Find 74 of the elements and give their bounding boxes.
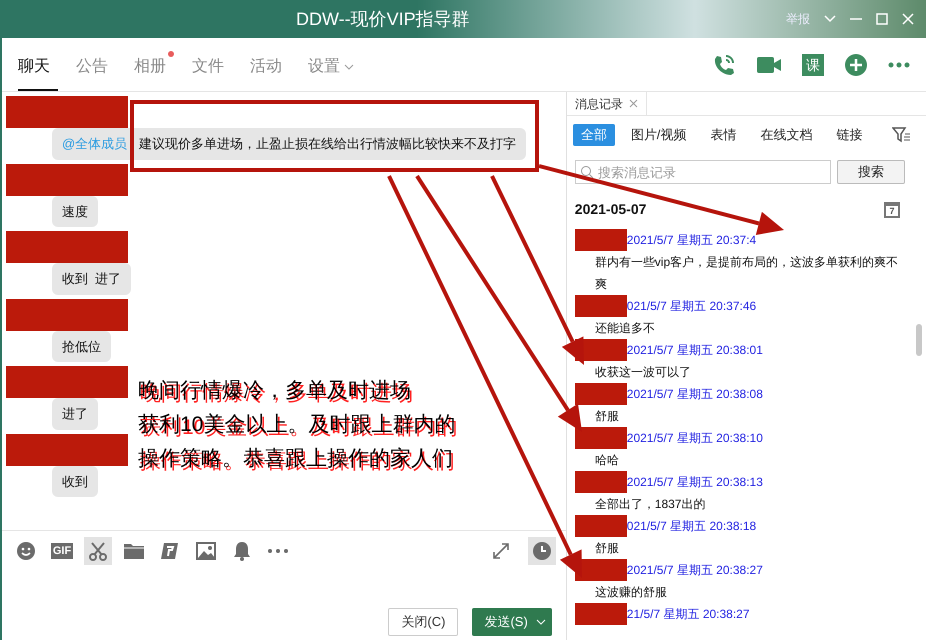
- document-icon[interactable]: [161, 542, 179, 560]
- more-icon[interactable]: [268, 548, 288, 552]
- message-text: 速度: [62, 202, 88, 220]
- chevron-down-icon[interactable]: [824, 15, 836, 23]
- message-timestamp: 21/5/7 星期五 20:38:27: [626, 606, 750, 623]
- message-timestamp: 021/5/7 星期五 20:37:46: [626, 298, 756, 315]
- smiley-icon[interactable]: [16, 540, 36, 560]
- message-text: 哈哈: [594, 452, 620, 469]
- message-timestamp: 2021/5/7 星期五 20:38:27: [626, 562, 763, 579]
- redaction-block: [574, 295, 627, 317]
- message-timestamp: 2021/5/7 星期五 20:38:10: [626, 430, 763, 447]
- message-text: 建议现价多单进场，止盈止损在线给出行情波幅比较快来不及打字: [139, 135, 516, 153]
- message-text: 全部出了，1837出的: [594, 496, 706, 513]
- annotation-text: 晚间行情爆冷，多单及时进场 获利10美金以上。及时跟上群内的 操作策略。恭喜跟上操作的家人们: [138, 378, 456, 472]
- tab[interactable]: 公告: [76, 49, 116, 91]
- message-text: 这波赚的舒服: [594, 584, 668, 601]
- message-text: 收到: [62, 472, 88, 490]
- close-button[interactable]: 关闭(C): [388, 608, 458, 636]
- gif-icon[interactable]: GIF: [50, 542, 74, 558]
- message-timestamp: 2021/5/7 星期五 20:38:01: [626, 342, 763, 359]
- bell-icon[interactable]: [233, 540, 251, 560]
- calendar-button[interactable]: 7: [884, 202, 900, 218]
- folder-icon[interactable]: [124, 542, 144, 558]
- message-text: 进了: [62, 405, 88, 423]
- window-title: DDW--现价VIP指导群: [296, 8, 470, 30]
- course-button[interactable]: 课: [802, 54, 824, 76]
- search-field[interactable]: 搜索消息记录: [574, 160, 831, 184]
- filter-tab[interactable]: 表情: [702, 124, 744, 146]
- search-icon: [580, 165, 594, 179]
- scissors-icon[interactable]: [88, 540, 108, 560]
- redaction-block: [574, 515, 627, 537]
- message-timestamp: 021/5/7 星期五 20:38:18: [626, 518, 756, 535]
- redaction-block: [574, 383, 627, 405]
- redaction-block: [574, 229, 627, 251]
- expand-icon[interactable]: [492, 542, 510, 560]
- more-icon[interactable]: [888, 62, 910, 68]
- message-text: 收到 进了: [62, 270, 122, 288]
- redaction-block: [574, 427, 627, 449]
- chevron-down-icon: [536, 619, 546, 625]
- tab[interactable]: 相册: [134, 49, 174, 91]
- message-timestamp: 2021/5/7 星期五 20:38:13: [626, 474, 763, 491]
- video-camera-icon[interactable]: [756, 55, 782, 75]
- date-heading: 2021-05-07: [574, 200, 646, 219]
- chevron-down-icon: [344, 64, 354, 70]
- tab[interactable]: 聊天: [18, 49, 58, 91]
- redaction-block: [574, 471, 627, 493]
- tab[interactable]: 文件: [192, 49, 232, 91]
- filter-tab[interactable]: 在线文档: [752, 124, 820, 146]
- filter-tab[interactable]: 全部: [572, 124, 615, 146]
- message-text: 舒服: [594, 408, 620, 425]
- message-timestamp: 2021/5/7 星期五 20:38:08: [626, 386, 763, 403]
- close-icon[interactable]: [628, 99, 638, 108]
- send-button[interactable]: 发送(S): [472, 608, 552, 636]
- tab[interactable]: 设置: [308, 49, 362, 91]
- filter-icon[interactable]: [892, 127, 910, 143]
- image-icon[interactable]: [196, 542, 216, 560]
- tab[interactable]: 活动: [250, 49, 290, 91]
- clock-icon: [532, 540, 552, 560]
- message-text: 还能追多不: [594, 320, 656, 337]
- message-timestamp: 2021/5/7 星期五 20:37:4: [626, 232, 756, 249]
- message-text: 收获这一波可以了: [594, 364, 692, 381]
- filter-tab[interactable]: 链接: [828, 124, 870, 146]
- filter-tab[interactable]: 图片/视频: [622, 124, 694, 146]
- search-button[interactable]: 搜索: [836, 160, 905, 184]
- scrollbar-thumb[interactable]: [916, 324, 922, 356]
- message-text: 抢低位: [62, 338, 101, 356]
- redaction-block: [574, 603, 627, 625]
- add-icon[interactable]: [844, 53, 868, 77]
- maximize-icon[interactable]: [876, 13, 888, 25]
- message-text: 舒服: [594, 540, 620, 557]
- phone-icon[interactable]: [712, 53, 736, 77]
- panel-tab[interactable]: 消息记录: [566, 92, 647, 115]
- message-text: 群内有一些vip客户，是提前布局的，这波多单获利的爽不爽: [594, 254, 900, 293]
- history-button[interactable]: [528, 536, 556, 564]
